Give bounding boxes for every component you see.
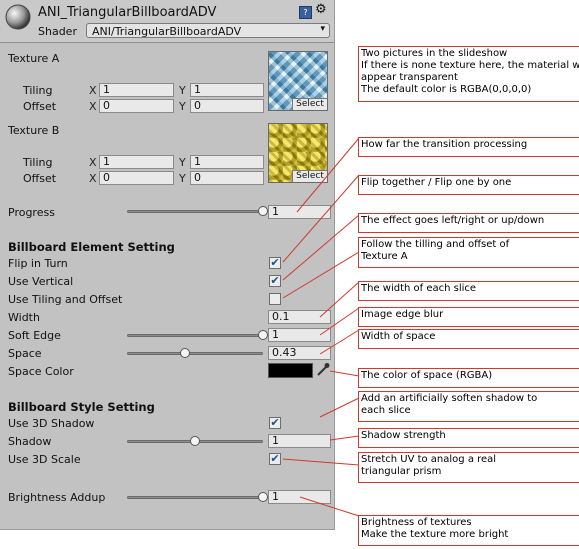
note-line: How far the transition processing: [361, 139, 528, 150]
note-progress: How far the transition processing: [358, 137, 579, 157]
note-brightness: Brightness of textures Make the texture m…: [358, 515, 579, 546]
note-width: The width of each slice: [358, 281, 579, 301]
note-line: The default color is RGBA(0,0,0,0): [361, 84, 532, 95]
note-soft-edge: Image edge blur: [358, 307, 579, 327]
note-line: Image edge blur: [361, 309, 444, 320]
leader-vertical: [282, 214, 360, 281]
note-space-color: The color of space (RGBA): [358, 368, 579, 388]
note-shadow3d: Add an artificially soften shadow to each…: [358, 391, 579, 422]
note-line: Follow the tilling and offset of: [361, 239, 510, 250]
leader-scale3d: [282, 458, 360, 466]
leader-shadow-strength: [329, 435, 360, 441]
note-line: The width of each slice: [361, 283, 477, 294]
note-vertical: The effect goes left/right or up/down: [358, 213, 579, 233]
note-line: Texture A: [361, 251, 408, 262]
note-space: Width of space: [358, 329, 579, 349]
note-line: Two pictures in the slideshow: [361, 48, 508, 59]
note-line: Add an artificially soften shadow to: [361, 393, 538, 404]
note-line: Width of space: [361, 331, 436, 342]
note-shadow-strength: Shadow strength: [358, 428, 579, 448]
note-line: The effect goes left/right or up/down: [361, 215, 545, 226]
note-tiling: Follow the tilling and offset of Texture …: [358, 237, 579, 268]
note-texture-a: Two pictures in the slideshow If there is…: [358, 46, 579, 102]
leader-space-color: [329, 370, 360, 377]
note-line: each slice: [361, 405, 411, 416]
note-line: Flip together / Flip one by one: [361, 177, 512, 188]
note-line: triangular prism: [361, 466, 442, 477]
note-line: Brightness of textures: [361, 517, 472, 528]
leader-space: [319, 329, 360, 355]
leader-brightness: [299, 496, 360, 517]
leader-flip: [282, 174, 360, 263]
note-scale3d: Stretch UV to analog a real triangular pr…: [358, 452, 579, 483]
note-line: If there is none texture here, the mater…: [361, 60, 579, 71]
note-line: Stretch UV to analog a real: [361, 454, 497, 465]
note-line: Shadow strength: [361, 430, 446, 441]
note-line: Make the texture more bright: [361, 529, 509, 540]
note-flip: Flip together / Flip one by one: [358, 175, 579, 195]
note-line: appear transparent: [361, 72, 458, 83]
leader-progress: [296, 137, 360, 213]
leader-shadow3d: [319, 397, 360, 418]
leader-tiling: [282, 251, 360, 299]
note-line: The color of space (RGBA): [361, 370, 493, 381]
